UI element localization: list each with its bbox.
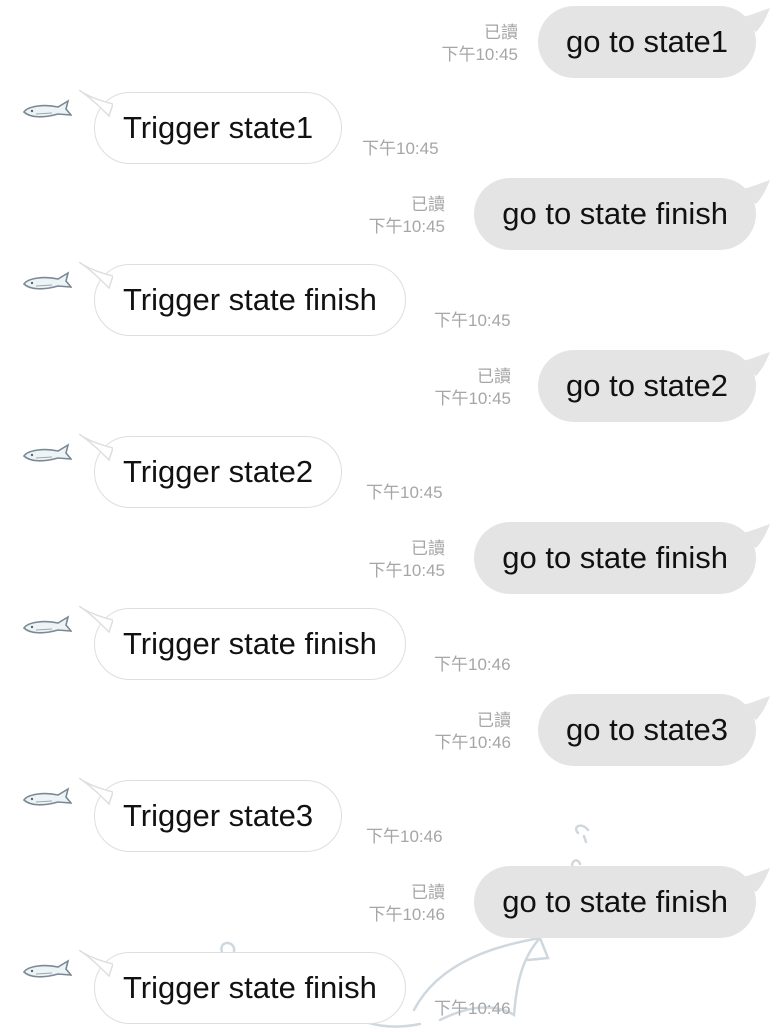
message-text: Trigger state finish: [123, 282, 377, 317]
incoming-message-bubble[interactable]: Trigger state3: [79, 778, 343, 852]
timestamp: 下午10:46: [434, 733, 511, 752]
message-row-outgoing: 已讀 下午10:45 go to state finish: [0, 172, 780, 258]
message-text: Trigger state2: [123, 454, 314, 489]
incoming-message-bubble[interactable]: Trigger state2: [79, 434, 343, 508]
timestamp: 下午10:45: [368, 561, 445, 580]
timestamp: 下午10:45: [434, 311, 511, 330]
message-row-outgoing: 已讀 下午10:45 go to state finish: [0, 516, 780, 602]
outgoing-message-bubble[interactable]: go to state2: [537, 350, 770, 422]
message-row-incoming: Trigger state2 下午10:45: [0, 430, 780, 516]
timestamp: 下午10:45: [441, 45, 518, 64]
read-receipt: 已讀: [411, 195, 445, 214]
timestamp: 下午10:45: [368, 217, 445, 236]
message-meta: 已讀 下午10:45: [441, 22, 518, 66]
read-receipt: 已讀: [477, 711, 511, 730]
incoming-message-bubble[interactable]: Trigger state1: [79, 90, 343, 164]
message-text: go to state finish: [502, 884, 728, 919]
message-meta: 已讀 下午10:45: [434, 366, 511, 410]
outgoing-message-bubble[interactable]: go to state finish: [474, 866, 770, 938]
outgoing-message-bubble[interactable]: go to state finish: [474, 522, 770, 594]
shark-avatar-icon[interactable]: [22, 98, 72, 122]
message-meta: 已讀 下午10:46: [434, 710, 511, 754]
incoming-message-bubble[interactable]: Trigger state finish: [79, 262, 406, 336]
timestamp: 下午10:46: [366, 827, 443, 846]
message-text: Trigger state finish: [123, 626, 377, 661]
message-text: Trigger state1: [123, 110, 314, 145]
message-meta: 已讀 下午10:45: [368, 538, 445, 582]
message-row-incoming: Trigger state1 下午10:45: [0, 86, 780, 172]
message-text: Trigger state finish: [123, 970, 377, 1005]
message-text: go to state1: [565, 24, 728, 59]
message-row-outgoing: 已讀 下午10:45 go to state1: [0, 0, 780, 86]
shark-avatar-icon[interactable]: [22, 958, 72, 982]
message-row-incoming: Trigger state finish 下午10:45: [0, 258, 780, 344]
timestamp: 下午10:45: [434, 389, 511, 408]
timestamp: 下午10:45: [366, 483, 443, 502]
shark-avatar-icon[interactable]: [22, 786, 72, 810]
read-receipt: 已讀: [411, 883, 445, 902]
chat-window: 已讀 下午10:45 go to state1 Trigger state1 下…: [0, 0, 780, 1032]
outgoing-message-bubble[interactable]: go to state1: [537, 6, 770, 78]
message-text: go to state3: [565, 712, 728, 747]
shark-avatar-icon[interactable]: [22, 614, 72, 638]
timestamp: 下午10:46: [368, 905, 445, 924]
message-text: go to state finish: [502, 196, 728, 231]
message-row-outgoing: 已讀 下午10:46 go to state finish: [0, 860, 780, 946]
incoming-message-bubble[interactable]: Trigger state finish: [79, 606, 406, 680]
message-row-outgoing: 已讀 下午10:45 go to state2: [0, 344, 780, 430]
message-row-outgoing: 已讀 下午10:46 go to state3: [0, 688, 780, 774]
shark-avatar-icon[interactable]: [22, 270, 72, 294]
read-receipt: 已讀: [477, 367, 511, 386]
read-receipt: 已讀: [484, 23, 518, 42]
message-row-incoming: Trigger state finish 下午10:46: [0, 946, 780, 1032]
shark-avatar-icon[interactable]: [22, 442, 72, 466]
message-row-incoming: Trigger state3 下午10:46: [0, 774, 780, 860]
outgoing-message-bubble[interactable]: go to state3: [537, 694, 770, 766]
message-text: go to state finish: [502, 540, 728, 575]
outgoing-message-bubble[interactable]: go to state finish: [474, 178, 770, 250]
message-meta: 已讀 下午10:45: [368, 194, 445, 238]
read-receipt: 已讀: [411, 539, 445, 558]
message-meta: 已讀 下午10:46: [368, 882, 445, 926]
timestamp: 下午10:46: [434, 999, 511, 1018]
timestamp: 下午10:45: [362, 139, 439, 158]
timestamp: 下午10:46: [434, 655, 511, 674]
message-text: go to state2: [565, 368, 728, 403]
incoming-message-bubble[interactable]: Trigger state finish: [79, 950, 406, 1024]
message-row-incoming: Trigger state finish 下午10:46: [0, 602, 780, 688]
message-text: Trigger state3: [123, 798, 314, 833]
